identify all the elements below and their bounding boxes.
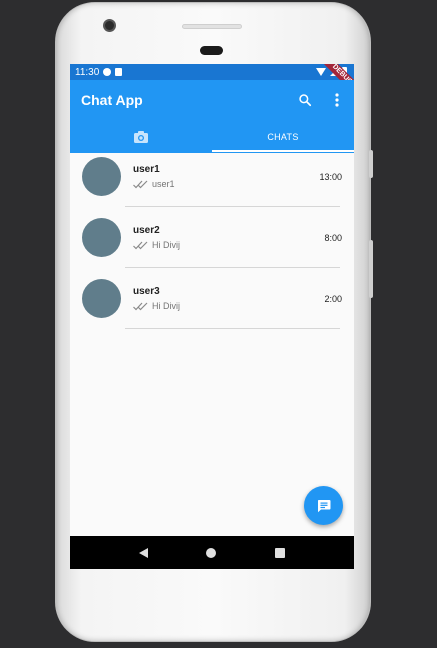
chat-time: 13:00 [319,172,342,182]
tab-chats[interactable]: CHATS [212,120,354,153]
earpiece [200,46,223,55]
camera-icon [134,130,148,143]
app-title: Chat App [81,92,143,108]
avatar [82,218,121,257]
home-icon[interactable] [206,547,217,558]
chat-list-item[interactable]: user1 user1 13:00 [70,153,354,214]
notification-icon [103,68,112,76]
chat-list-item[interactable]: user2 Hi Divij 8:00 [70,214,354,275]
back-icon[interactable] [139,547,149,558]
divider [125,328,340,329]
chat-message: user1 [152,179,175,189]
chat-time: 8:00 [324,233,342,243]
tab-chats-label: CHATS [267,131,299,142]
message-icon [317,499,330,512]
chat-time: 2:00 [324,294,342,304]
avatar [82,157,121,196]
wifi-icon [316,67,326,76]
status-time: 11:30 [75,66,100,78]
divider [125,267,340,268]
double-check-icon [133,180,148,188]
chat-message: Hi Divij [152,301,180,311]
chat-preview: Hi Divij [133,240,180,250]
power-button [369,150,373,178]
chat-name: user2 [133,225,160,236]
tab-bar: CHATS [70,120,354,153]
divider [125,206,340,207]
new-chat-fab[interactable] [304,486,343,525]
sd-card-icon [115,68,123,76]
app-bar: Chat App [70,80,354,120]
tab-camera[interactable] [70,120,212,153]
tab-indicator [212,150,354,152]
front-camera [103,19,116,32]
android-nav-bar [70,536,354,569]
chat-preview: Hi Divij [133,301,180,311]
double-check-icon [133,241,148,249]
chat-name: user1 [133,164,160,175]
avatar [82,279,121,318]
search-icon[interactable] [298,93,312,107]
more-vert-icon[interactable] [332,92,342,108]
chat-message: Hi Divij [152,240,180,250]
recent-apps-icon[interactable] [274,547,285,558]
chat-name: user3 [133,286,160,297]
chat-list: user1 user1 13:00 user2 Hi Divij 8:00 us… [70,153,354,336]
app-screen: 11:30 DEBUG Chat App CHATS user1 user1 1… [70,64,354,569]
chat-list-item[interactable]: user3 Hi Divij 2:00 [70,275,354,336]
chat-preview: user1 [133,179,175,189]
speaker-grille [182,24,242,29]
double-check-icon [133,302,148,310]
volume-button [369,240,373,298]
status-bar: 11:30 [70,64,354,80]
